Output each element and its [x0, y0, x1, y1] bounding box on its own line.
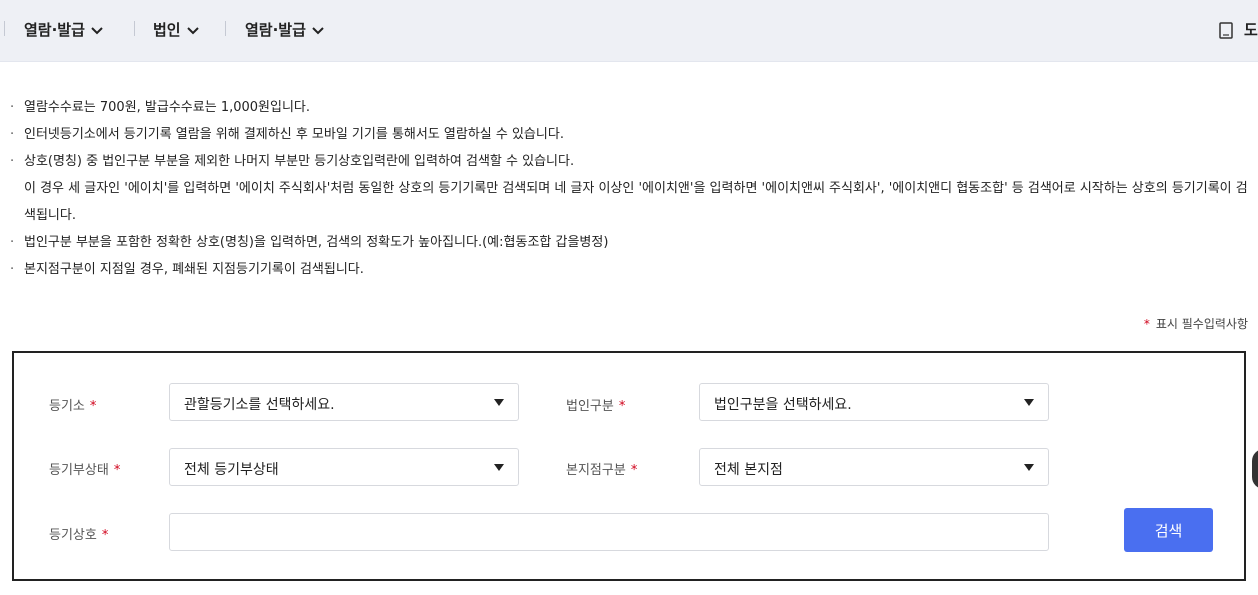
company-name-input[interactable] — [169, 513, 1049, 551]
registry-office-select[interactable]: 관할등기소를 선택하세요. — [169, 383, 519, 421]
dropdown-arrow-icon — [494, 399, 504, 406]
breadcrumb-dropdown-3[interactable]: 열람·발급 — [245, 19, 324, 40]
search-button[interactable]: 검색 — [1124, 508, 1213, 552]
divider — [134, 21, 135, 36]
branch-type-label: 본지점구분 * — [566, 463, 638, 478]
dropdown-arrow-icon — [1024, 464, 1034, 471]
list-item: · 인터넷등기소에서 등기기록 열람을 위해 결제하신 후 모바일 기기를 통해서… — [10, 127, 564, 142]
list-item-continuation: 이 경우 세 글자인 '에이치'를 입력하면 '에이치 주식회사'처럼 동일한 … — [24, 181, 1248, 223]
list-item: · 열람수수료는 700원, 발급수수료는 1,000원입니다. — [10, 100, 311, 115]
dropdown-arrow-icon — [494, 464, 504, 471]
search-form: 등기소 * 관할등기소를 선택하세요. 법인구분 * 법인구분을 선택하세요. 등기… — [12, 351, 1246, 581]
list-item: · 상호(명칭) 중 법인구분 부분을 제외한 나머지 부분만 등기상호입력란에 … — [10, 154, 575, 169]
breadcrumb-dropdown-1[interactable]: 열람·발급 — [24, 19, 103, 40]
list-item: · 법인구분 부분을 포함한 정확한 상호(명칭)을 입력하면, 검색의 정확도가… — [10, 235, 609, 250]
divider — [225, 21, 226, 36]
breadcrumb-label: 열람·발급 — [24, 21, 85, 39]
branch-type-select[interactable]: 전체 본지점 — [699, 448, 1049, 486]
chevron-down-icon — [91, 21, 103, 39]
chevron-down-icon — [186, 21, 199, 39]
document-icon[interactable] — [1219, 22, 1233, 39]
chevron-down-icon — [312, 21, 324, 39]
right-menu-label[interactable]: 도 — [1244, 19, 1258, 40]
corp-type-label: 법인구분 * — [566, 399, 626, 414]
breadcrumb-label: 법인 — [153, 21, 181, 39]
floating-side-button[interactable] — [1252, 449, 1258, 489]
top-breadcrumb-bar: 열람·발급 법인 열람·발급 도 — [0, 0, 1258, 62]
corp-type-select[interactable]: 법인구분을 선택하세요. — [699, 383, 1049, 421]
divider — [4, 21, 5, 36]
dropdown-arrow-icon — [1024, 399, 1034, 406]
company-name-label: 등기상호 * — [49, 528, 109, 543]
breadcrumb-dropdown-2[interactable]: 법인 — [153, 19, 199, 40]
breadcrumb-label: 열람·발급 — [245, 21, 306, 39]
registry-office-label: 등기소 * — [49, 399, 97, 414]
list-item: · 본지점구분이 지점일 경우, 폐쇄된 지점등기기록이 검색됩니다. — [10, 262, 364, 277]
registry-status-label: 등기부상태 * — [49, 463, 121, 478]
required-fields-note: * 표시 필수입력사항 — [1143, 317, 1248, 331]
guidance-notes: · 열람수수료는 700원, 발급수수료는 1,000원입니다. · 인터넷등기소에… — [10, 94, 1250, 283]
registry-status-select[interactable]: 전체 등기부상태 — [169, 448, 519, 486]
